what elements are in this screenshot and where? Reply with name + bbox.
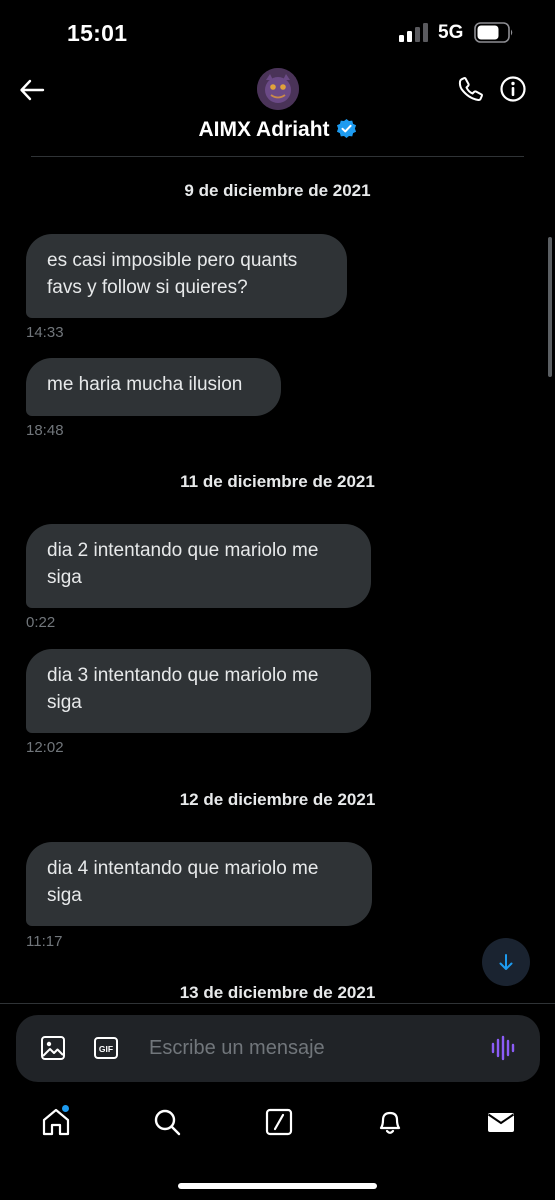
contact-name-text: AIMX Adriaht bbox=[198, 118, 330, 141]
message-time: 14:33 bbox=[26, 324, 64, 341]
message-time: 12:02 bbox=[26, 739, 64, 756]
header-divider bbox=[31, 156, 524, 157]
status-bar: 15:01 5G bbox=[0, 0, 555, 60]
avatar[interactable] bbox=[257, 68, 299, 110]
battery-icon bbox=[474, 22, 513, 43]
scrollbar-thumb[interactable] bbox=[548, 237, 552, 377]
grok-icon[interactable] bbox=[264, 1107, 294, 1137]
verified-badge-icon bbox=[336, 118, 356, 139]
conversation-header: AIMX Adriaht bbox=[0, 60, 555, 157]
contact-name[interactable]: AIMX Adriaht bbox=[0, 118, 555, 142]
message-bubble[interactable]: dia 4 intentando que mariolo me siga bbox=[26, 842, 372, 926]
date-separator: 9 de diciembre de 2021 bbox=[184, 181, 371, 200]
home-indicator bbox=[178, 1183, 377, 1189]
phone-icon[interactable] bbox=[457, 75, 485, 103]
gif-label: GIF bbox=[99, 1044, 113, 1054]
arrow-down-icon bbox=[499, 954, 513, 970]
message-bubble[interactable]: dia 3 intentando que mariolo me siga bbox=[26, 649, 371, 733]
message-time: 0:22 bbox=[26, 614, 56, 631]
network-type: 5G bbox=[438, 22, 464, 43]
date-separator: 13 de diciembre de 2021 bbox=[179, 983, 376, 1002]
date-separator: 12 de diciembre de 2021 bbox=[179, 790, 376, 809]
message-bubble[interactable]: es casi imposible pero quants favs y fol… bbox=[26, 234, 347, 318]
scroll-to-bottom-button[interactable] bbox=[482, 938, 530, 986]
message-thread[interactable]: 9 de diciembre de 2021 es casi imposible… bbox=[0, 158, 555, 1003]
image-icon[interactable] bbox=[40, 1035, 66, 1061]
message-input[interactable] bbox=[149, 1015, 469, 1082]
gif-icon[interactable]: GIF bbox=[93, 1035, 119, 1061]
info-icon[interactable] bbox=[499, 75, 527, 103]
message-bubble[interactable]: dia 2 intentando que mariolo me siga bbox=[26, 524, 371, 608]
notification-badge bbox=[61, 1104, 70, 1113]
search-icon[interactable] bbox=[152, 1107, 182, 1137]
message-composer: GIF bbox=[16, 1015, 540, 1082]
bottom-tab-bar bbox=[0, 1095, 555, 1155]
voice-message-icon[interactable] bbox=[490, 1035, 518, 1061]
composer-divider bbox=[0, 1003, 555, 1004]
message-time: 18:48 bbox=[26, 422, 64, 439]
message-time: 11:17 bbox=[26, 933, 63, 950]
signal-strength-icon bbox=[399, 23, 428, 42]
bell-icon[interactable] bbox=[375, 1107, 405, 1137]
message-bubble[interactable]: me haria mucha ilusion bbox=[26, 358, 281, 416]
mail-icon[interactable] bbox=[486, 1107, 516, 1137]
status-time: 15:01 bbox=[67, 20, 128, 46]
back-arrow-icon[interactable] bbox=[18, 76, 46, 104]
date-separator: 11 de diciembre de 2021 bbox=[180, 472, 375, 491]
